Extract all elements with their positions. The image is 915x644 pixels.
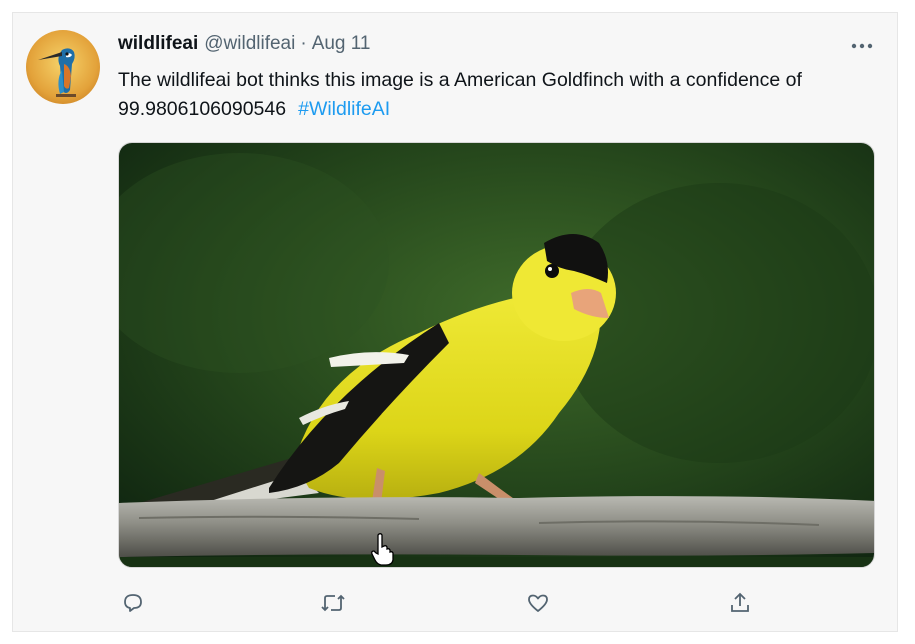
goldfinch-photo bbox=[119, 143, 874, 567]
share-icon bbox=[731, 592, 749, 612]
tweet-actions bbox=[118, 588, 818, 618]
hashtag-link[interactable]: #WildlifeAI bbox=[298, 98, 390, 120]
profile-avatar[interactable] bbox=[26, 30, 100, 104]
tweet-date[interactable]: Aug 11 bbox=[312, 33, 371, 55]
reply-icon bbox=[124, 594, 142, 612]
retweet-button[interactable] bbox=[318, 588, 348, 618]
more-horizontal-icon bbox=[851, 43, 873, 49]
reply-button[interactable] bbox=[118, 588, 148, 618]
share-button[interactable] bbox=[725, 588, 755, 618]
separator-dot: · bbox=[300, 33, 307, 54]
tweet-media-image[interactable] bbox=[118, 142, 875, 568]
tweet-header: wildlifeai @wildlifeai · Aug 11 bbox=[118, 33, 371, 59]
more-options-button[interactable] bbox=[847, 33, 877, 59]
like-button[interactable] bbox=[523, 588, 553, 618]
user-handle[interactable]: @wildlifeai bbox=[204, 33, 295, 55]
heart-icon bbox=[528, 594, 548, 612]
display-name[interactable]: wildlifeai bbox=[118, 33, 198, 55]
tweet-card[interactable]: wildlifeai @wildlifeai · Aug 11 The wild… bbox=[12, 12, 898, 632]
retweet-icon bbox=[321, 594, 345, 612]
tweet-body: The wildlifeai bot thinks this image is … bbox=[118, 69, 802, 120]
tweet-text: The wildlifeai bot thinks this image is … bbox=[118, 66, 838, 124]
